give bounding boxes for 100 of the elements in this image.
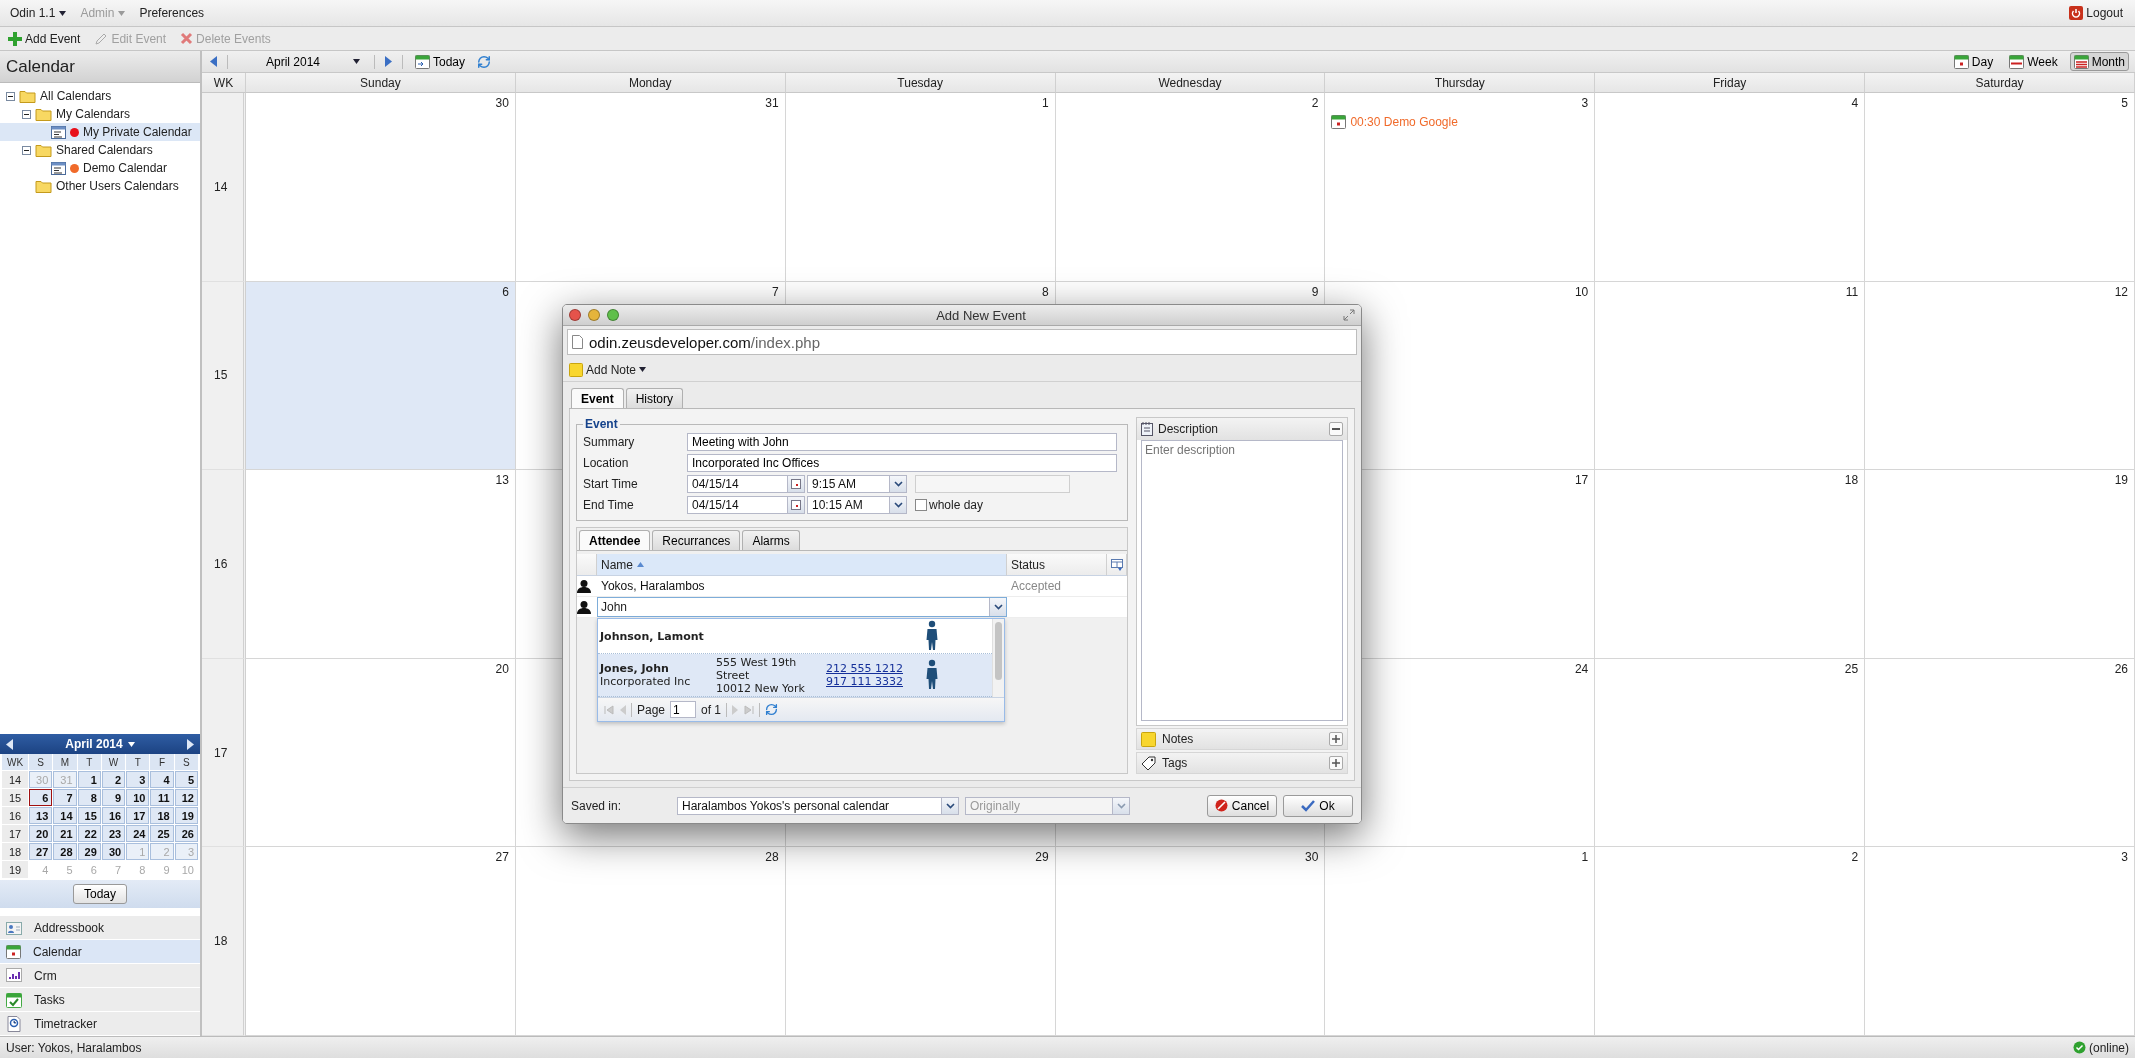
collapse-icon[interactable] [22, 109, 31, 119]
menu-item[interactable]: Preferences [139, 6, 205, 20]
nav-item[interactable]: Timetracker [0, 1012, 200, 1036]
previous-month-button[interactable] [6, 738, 13, 750]
day-cell[interactable]: 3 00:30 Demo Google [1325, 93, 1596, 282]
tree-item[interactable]: Shared Calendars [0, 141, 200, 159]
day-cell[interactable]: 25 [1595, 658, 1866, 848]
day-cell[interactable]: 9 [101, 789, 126, 806]
day-cell[interactable]: 22 [77, 825, 101, 842]
day-cell[interactable]: 30 [1055, 847, 1326, 1036]
day-cell[interactable]: 2 [1595, 847, 1866, 1036]
menu-item[interactable]: Odin 1.1 [10, 6, 67, 20]
calendar-select[interactable]: Haralambos Yokos's personal calendar [677, 796, 959, 815]
nav-item[interactable]: Addressbook [0, 916, 200, 940]
toolbar-button[interactable]: Add Event [6, 31, 83, 46]
close-button[interactable] [569, 309, 581, 321]
day-cell[interactable]: 10 [126, 789, 150, 806]
previous-button[interactable] [208, 56, 219, 67]
tree-item[interactable]: Demo Calendar [0, 159, 200, 177]
day-cell[interactable]: 11 [1595, 281, 1866, 471]
day-cell[interactable]: 16 [101, 807, 126, 824]
next-month-button[interactable] [187, 738, 194, 750]
nav-item[interactable]: Crm [0, 964, 200, 988]
day-cell[interactable]: 19 [174, 807, 198, 824]
resize-icon[interactable] [1343, 309, 1355, 321]
column-header[interactable]: Name [597, 554, 1007, 576]
expand-button[interactable] [1329, 732, 1343, 746]
view-button[interactable]: Month [2069, 52, 2129, 71]
logout-button[interactable]: Logout [2067, 6, 2125, 20]
day-cell[interactable]: 23 [101, 825, 126, 842]
day-cell[interactable]: 30 [246, 93, 516, 282]
day-cell[interactable]: 11 [150, 789, 174, 806]
nav-item[interactable]: Calendar [0, 940, 200, 964]
day-cell[interactable]: 1 [77, 771, 101, 788]
time-field[interactable]: 9:15 AM [807, 475, 907, 493]
day-cell[interactable]: 12 [174, 789, 198, 806]
day-cell[interactable]: 20 [246, 658, 516, 848]
today-button[interactable]: Today [73, 884, 127, 904]
next-button[interactable] [383, 56, 394, 67]
collapse-icon[interactable] [22, 145, 31, 155]
summary-field[interactable]: Meeting with John [687, 433, 1117, 451]
day-cell[interactable]: 4 [1595, 93, 1866, 282]
refresh-icon[interactable] [477, 54, 492, 69]
suggestion-item[interactable]: Jones, John Incorporated Inc 555 West 19th Street 10012 New York 212 555 1212 917 111 3332 [598, 654, 992, 697]
day-cell[interactable]: 29 [785, 847, 1056, 1036]
day-cell[interactable]: 5 [1865, 93, 2135, 282]
tree-item[interactable]: My Calendars [0, 105, 200, 123]
day-cell[interactable]: 13 [246, 470, 516, 659]
date-field[interactable]: 04/15/14 [687, 496, 805, 514]
day-cell[interactable]: 29 [77, 843, 101, 860]
refresh-icon[interactable] [765, 703, 779, 716]
time-field[interactable]: 10:15 AM [807, 496, 907, 514]
collapse-icon[interactable] [6, 91, 15, 101]
tab[interactable]: Attendee [579, 530, 651, 550]
day-cell[interactable]: 21 [53, 825, 77, 842]
attendee-combobox[interactable]: John [597, 597, 1007, 617]
view-button[interactable]: Week [2005, 52, 2062, 71]
maximize-button[interactable] [607, 309, 619, 321]
nav-item[interactable]: Tasks [0, 988, 200, 1012]
day-cell[interactable]: 14 [53, 807, 77, 824]
tab[interactable]: Alarms [742, 530, 800, 550]
phone-link[interactable]: 917 111 3332 [826, 675, 926, 688]
day-cell[interactable]: 26 [174, 825, 198, 842]
day-cell[interactable]: 3 [126, 771, 150, 788]
column-header[interactable]: Status [1007, 554, 1107, 576]
day-cell[interactable]: 24 [126, 825, 150, 842]
today-button[interactable]: Today [411, 52, 470, 71]
ok-button[interactable]: Ok [1283, 794, 1353, 817]
day-cell[interactable]: 12 [1865, 281, 2135, 471]
day-cell[interactable]: 7 [53, 789, 77, 806]
tree-item[interactable]: My Private Calendar [0, 123, 200, 141]
day-cell[interactable]: 5 [174, 771, 198, 788]
input-field[interactable] [915, 475, 1070, 493]
day-cell[interactable]: 28 [515, 847, 786, 1036]
day-cell[interactable]: 1 [1325, 847, 1596, 1036]
day-cell[interactable]: 6 [246, 281, 516, 471]
date-field[interactable]: 04/15/14 [687, 475, 805, 493]
month-picker[interactable]: April 2014 [59, 736, 141, 752]
day-cell[interactable]: 15 [77, 807, 101, 824]
day-cell[interactable]: 19 [1865, 470, 2135, 659]
day-cell[interactable]: 25 [150, 825, 174, 842]
location-field[interactable]: Incorporated Inc Offices [687, 454, 1117, 472]
day-cell[interactable]: 6 [29, 789, 53, 806]
day-cell[interactable]: 30 [101, 843, 126, 860]
suggestion-item[interactable]: Johnson, Lamont [598, 619, 992, 654]
page-field[interactable]: 1 [670, 701, 697, 718]
minimize-button[interactable] [588, 309, 600, 321]
day-cell[interactable]: 26 [1865, 658, 2135, 848]
columns-icon[interactable] [1111, 558, 1123, 571]
day-cell[interactable]: 28 [53, 843, 77, 860]
checkbox[interactable] [915, 499, 927, 511]
day-cell[interactable]: 4 [150, 771, 174, 788]
day-cell[interactable]: 31 [515, 93, 786, 282]
collapse-button[interactable] [1329, 422, 1343, 436]
tree-item[interactable]: Other Users Calendars [0, 177, 200, 195]
add-note-button[interactable]: Add Note [567, 362, 649, 377]
day-cell[interactable]: 2 [1055, 93, 1326, 282]
tab[interactable]: Recurrances [652, 530, 741, 550]
day-cell[interactable]: 13 [29, 807, 53, 824]
description-field[interactable]: Enter description [1141, 440, 1343, 721]
